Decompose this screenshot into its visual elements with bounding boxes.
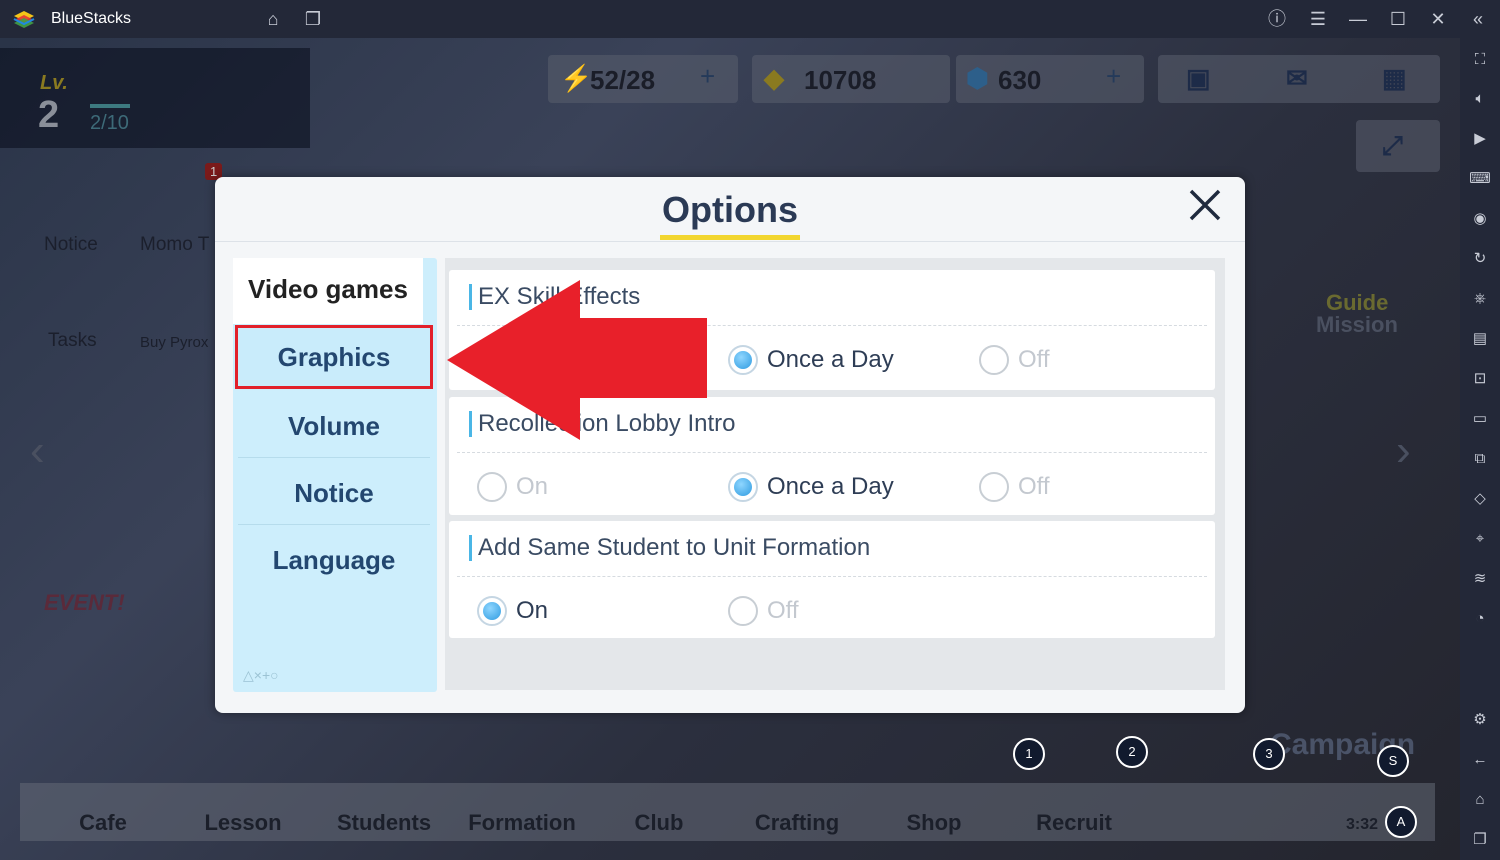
radio-on[interactable]: On [477, 345, 548, 375]
grid-menu-icon[interactable]: ▦ [1382, 63, 1407, 94]
fullscreen-button[interactable]: ⤢ [1356, 120, 1440, 172]
resize-icon[interactable]: ⧉ [1469, 448, 1491, 470]
maximize-icon[interactable]: ☐ [1387, 8, 1409, 30]
nav-formation[interactable]: Formation [468, 810, 576, 836]
tasks-menu[interactable]: Tasks [48, 330, 97, 352]
hotkey-a[interactable]: A [1385, 806, 1417, 838]
tab-volume[interactable]: Volume [238, 394, 430, 458]
setting-ex-skill-effects: EX Skill Effects On Once a Day Off [449, 270, 1215, 390]
nav-shop[interactable]: Shop [907, 810, 962, 836]
tab-language[interactable]: Language [238, 528, 430, 592]
setting-title: Add Same Student to Unit Formation [469, 535, 870, 561]
nav-club[interactable]: Club [635, 810, 684, 836]
speed-icon[interactable]: ◔ [1469, 608, 1491, 630]
category-heading: Video games [233, 258, 423, 324]
setting-add-same-student: Add Same Student to Unit Formation On Of… [449, 521, 1215, 638]
app-title: BlueStacks [51, 10, 132, 27]
prev-arrow-icon[interactable]: ‹ [30, 426, 45, 476]
nav-lesson[interactable]: Lesson [204, 810, 281, 836]
gems-counter[interactable]: ⬢ 630 + [956, 55, 1144, 103]
stamina-icon: ⚡ [560, 63, 593, 93]
setting-recollection-lobby-intro: Recollection Lobby Intro On Once a Day O… [449, 397, 1215, 515]
options-sidebar: Video games Graphics Volume Notice Langu… [233, 258, 437, 692]
recent-apps-icon[interactable]: ❐ [1469, 829, 1491, 851]
fullscreen-icon[interactable]: ⛶ [1469, 49, 1491, 71]
clock: 3:32 [1346, 816, 1379, 833]
mail-icon[interactable]: ✉ [1286, 63, 1308, 94]
stamina-counter[interactable]: ⚡ 52/28 + [548, 55, 738, 103]
credits-value: 10708 [804, 65, 877, 95]
options-dialog: Options Video games Graphics Volume Noti… [215, 177, 1245, 713]
nav-students[interactable]: Students [337, 810, 431, 836]
notice-menu[interactable]: Notice [44, 234, 98, 256]
layers-icon[interactable]: ≋ [1469, 568, 1491, 590]
nav-crafting[interactable]: Crafting [755, 810, 839, 836]
bluestacks-logo-icon [13, 11, 35, 28]
volume-icon[interactable]: 🔈︎ [1469, 88, 1491, 110]
location-icon[interactable]: ⌖ [1469, 528, 1491, 550]
radio-off[interactable]: Off [979, 472, 1050, 502]
radio-once-a-day[interactable]: Once a Day [728, 472, 894, 502]
hotkey-3[interactable]: 3 [1253, 738, 1285, 770]
nav-recruit[interactable]: Recruit [1036, 810, 1112, 836]
menu-icon[interactable]: ☰ [1307, 8, 1329, 30]
add-stamina-icon[interactable]: + [700, 61, 715, 92]
tab-graphics[interactable]: Graphics [235, 325, 433, 389]
stamina-value: 52/28 [590, 65, 656, 95]
record-icon[interactable]: ◉ [1469, 208, 1491, 230]
setting-title: Recollection Lobby Intro [469, 411, 735, 437]
exp-value: 2/10 [90, 112, 129, 134]
next-arrow-icon[interactable]: › [1396, 426, 1411, 476]
collapse-sidebar-icon[interactable]: « [1467, 8, 1489, 30]
help-icon[interactable]: ⓘ [1266, 8, 1288, 30]
setting-title: EX Skill Effects [469, 284, 640, 310]
radio-once-a-day[interactable]: Once a Day [728, 345, 894, 375]
add-gems-icon[interactable]: + [1106, 61, 1121, 92]
back-icon[interactable]: ← [1469, 749, 1491, 771]
settings-icon[interactable]: ⚙ [1469, 709, 1491, 731]
apk-icon[interactable]: ▤ [1469, 328, 1491, 350]
momotalk-icon[interactable]: ▣ [1186, 63, 1211, 94]
title-bar: BlueStacks ⌂ ❐ ⓘ ☰ — ☐ ✕ « [0, 0, 1500, 38]
event-banner[interactable]: EVENT! [44, 590, 125, 616]
graphics-settings: EX Skill Effects On Once a Day Off Recol… [445, 258, 1225, 690]
minimize-icon[interactable]: — [1347, 8, 1369, 30]
android-home-icon[interactable]: ⌂ [1469, 789, 1491, 811]
rotate-icon[interactable]: ↻ [1469, 248, 1491, 270]
folder-icon[interactable]: ▭ [1469, 408, 1491, 430]
radio-off[interactable]: Off [728, 596, 799, 626]
nav-cafe[interactable]: Cafe [79, 810, 127, 836]
close-icon[interactable] [1187, 187, 1223, 223]
close-window-icon[interactable]: ✕ [1427, 8, 1449, 30]
gamepad-icon[interactable]: ⎈ [1469, 288, 1491, 310]
hotkey-1[interactable]: 1 [1013, 738, 1045, 770]
dialog-title: Options [662, 189, 798, 230]
radio-on[interactable]: On [477, 472, 548, 502]
title-underline [660, 235, 800, 240]
eraser-icon[interactable]: ◇ [1469, 488, 1491, 510]
radio-off[interactable]: Off [979, 345, 1050, 375]
credits-icon: ◆ [764, 63, 784, 93]
tab-notice[interactable]: Notice [238, 461, 430, 525]
mission-label[interactable]: Mission [1316, 312, 1398, 338]
right-sidebar: ⛶ 🔈︎ ▶ ⌨ ◉ ↻ ⎈ ▤ ⊡ ▭ ⧉ ◇ ⌖ ≋ ◔ ⚙ ← ⌂ ❐ [1460, 38, 1500, 860]
home-icon[interactable]: ⌂ [262, 8, 284, 30]
level-label: Lv. [40, 72, 68, 94]
radio-on[interactable]: On [477, 596, 548, 626]
credits-counter: ◆ 10708 [752, 55, 950, 103]
buy-pyrox-menu[interactable]: Buy Pyrox [140, 334, 208, 351]
gem-icon: ⬢ [966, 63, 989, 93]
level-value: 2 [38, 94, 60, 136]
footer-glyphs: △×+○ [243, 667, 279, 683]
hotkey-2[interactable]: 2 [1116, 736, 1148, 768]
hotkey-s[interactable]: S [1377, 745, 1409, 777]
gems-value: 630 [998, 65, 1042, 95]
multi-instance-icon[interactable]: ❐ [302, 8, 324, 30]
momotalk-menu[interactable]: Momo T [140, 234, 209, 256]
screenshot-icon[interactable]: ⊡ [1469, 368, 1491, 390]
top-actions: ▣ ✉ ▦ [1158, 55, 1440, 103]
keyboard-icon[interactable]: ⌨ [1469, 168, 1491, 190]
media-icon[interactable]: ▶ [1469, 128, 1491, 150]
